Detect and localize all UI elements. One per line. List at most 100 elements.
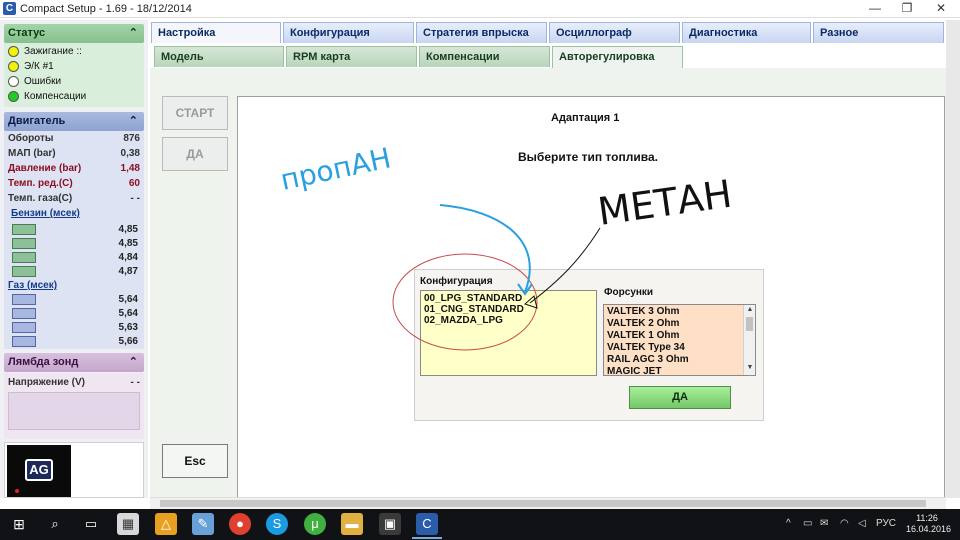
gas-bar	[12, 294, 36, 305]
petrol-bar-row: 4,84	[8, 251, 140, 264]
tab-rpm-map[interactable]: RPM карта	[286, 46, 417, 67]
close-button[interactable]: ✕	[924, 0, 958, 18]
petrol-value: 4,87	[118, 266, 138, 277]
tab-compensations[interactable]: Компенсации	[419, 46, 550, 67]
configuration-item[interactable]: 01_CNG_STANDARD	[424, 304, 524, 315]
configuration-list-label: Конфигурация	[420, 276, 493, 287]
engine-row-rpm: Обороты 876	[8, 132, 140, 146]
configuration-list[interactable]: 00_LPG_STANDARD 01_CNG_STANDARD 02_MAZDA…	[420, 290, 597, 376]
tab-injection-strategy[interactable]: Стратегия впрыска	[416, 22, 547, 43]
petrol-value: 4,84	[118, 252, 138, 263]
status-item-injector: Э/К #1	[8, 60, 54, 74]
injector-item[interactable]: MAGIC JET	[607, 366, 661, 377]
engine-row-reducer-temp: Темп. ред.(C) 60	[8, 177, 140, 191]
scroll-up-icon[interactable]: ▲	[745, 306, 755, 313]
display-app-icon[interactable]: ▣	[379, 513, 401, 535]
lambda-graph	[8, 392, 140, 430]
petrol-section-title: Бензин (мсек)	[11, 208, 80, 219]
tray-chevron-icon[interactable]: ^	[786, 518, 791, 529]
utorrent-icon[interactable]: μ	[304, 513, 326, 535]
yes-button[interactable]: ДА	[162, 137, 228, 171]
scroll-down-icon[interactable]: ▼	[745, 364, 755, 371]
tab-model[interactable]: Модель	[154, 46, 284, 67]
ag-logo-text: AG	[25, 459, 53, 481]
gas-value: 5,66	[118, 336, 138, 347]
tab-diagnostics[interactable]: Диагностика	[682, 22, 811, 43]
lambda-header[interactable]: Лямбда зонд ⌃	[4, 353, 144, 372]
lambda-voltage-label: Напряжение (V)	[8, 377, 86, 388]
engine-row-value: - -	[130, 193, 140, 204]
adaptation-panel: Адаптация 1 Выберите тип топлива. Конфиг…	[237, 96, 945, 498]
gas-bar-row: 5,64	[8, 293, 140, 306]
injectors-list-label: Форсунки	[604, 287, 654, 298]
status-box: Зажигание :: Э/К #1 Ошибки Компенсации	[4, 43, 144, 107]
tab-setup[interactable]: Настройка	[151, 22, 281, 43]
horizontal-scrollbar[interactable]	[150, 497, 946, 509]
collapse-icon[interactable]: ⌃	[129, 24, 138, 43]
dialog-yes-button[interactable]: ДА	[629, 386, 731, 409]
engine-header-label: Двигатель	[8, 115, 66, 127]
lambda-voltage-value: - -	[130, 377, 140, 388]
task-view-icon[interactable]: ▭	[80, 513, 102, 535]
engine-row-value: 876	[123, 133, 140, 144]
start-button[interactable]: СТАРТ	[162, 96, 228, 130]
injector-item[interactable]: VALTEK Type 34	[607, 342, 685, 353]
windows-start-icon[interactable]: ⊞	[8, 513, 30, 535]
clock[interactable]: 11:26 16.04.2016	[906, 513, 951, 535]
status-header[interactable]: Статус ⌃	[4, 24, 144, 43]
tab-oscilloscope[interactable]: Осциллограф	[549, 22, 680, 43]
configuration-item[interactable]: 02_MAZDA_LPG	[424, 315, 503, 326]
petrol-value: 4,85	[118, 238, 138, 249]
ag-logo: AG	[7, 445, 71, 497]
petrol-value: 4,85	[118, 224, 138, 235]
folder-icon[interactable]: ▬	[341, 513, 363, 535]
window-title: Compact Setup - 1.69 - 18/12/2014	[20, 3, 192, 15]
collapse-icon[interactable]: ⌃	[129, 353, 138, 372]
skype-icon[interactable]: S	[266, 513, 288, 535]
wifi-icon[interactable]: ◠	[840, 518, 849, 529]
engine-row-value: 0,38	[120, 148, 140, 159]
injectors-list[interactable]: VALTEK 3 Ohm VALTEK 2 Ohm VALTEK 1 Ohm V…	[603, 304, 756, 377]
injector-item[interactable]: RAIL AGC 3 Ohm	[607, 354, 689, 365]
fuel-type-prompt: Выберите тип топлива.	[518, 150, 658, 164]
engine-row-pressure: Давление (bar) 1,48	[8, 162, 140, 176]
paint-icon[interactable]: ✎	[192, 513, 214, 535]
gas-bar	[12, 308, 36, 319]
chrome-icon[interactable]: ●	[229, 513, 251, 535]
search-icon[interactable]: ⌕	[44, 513, 66, 535]
title-bar: C Compact Setup - 1.69 - 18/12/2014 — ❐ …	[0, 0, 960, 18]
scroll-thumb[interactable]	[746, 317, 753, 331]
injectors-scrollbar[interactable]: ▲ ▼	[743, 305, 755, 375]
compact-setup-taskbar-icon[interactable]: C	[416, 513, 438, 535]
logo-box: AG	[4, 442, 144, 498]
engine-row-label: Темп. газа(C)	[8, 193, 73, 204]
maximize-button[interactable]: ❐	[890, 0, 924, 18]
collapse-icon[interactable]: ⌃	[129, 112, 138, 131]
status-item-label: Ошибки	[24, 76, 62, 87]
yellow-led-icon	[8, 46, 19, 57]
lambda-header-label: Лямбда зонд	[8, 356, 79, 368]
tab-misc[interactable]: Разное	[813, 22, 944, 43]
configuration-item[interactable]: 00_LPG_STANDARD	[424, 293, 522, 304]
volume-icon[interactable]: ◁	[858, 518, 866, 529]
injector-item[interactable]: VALTEK 1 Ohm	[607, 330, 679, 341]
engine-row-value: 60	[128, 178, 140, 189]
calculator-icon[interactable]: ▦	[117, 513, 139, 535]
language-indicator[interactable]: РУС	[876, 518, 896, 529]
main-area: СТАРТ ДА Esc Адаптация 1 Выберите тип то…	[150, 68, 946, 498]
warning-app-icon[interactable]: △	[155, 513, 177, 535]
tab-autotuning[interactable]: Авторегулировка	[552, 46, 683, 68]
network-icon[interactable]: ▭	[803, 518, 812, 529]
minimize-button[interactable]: —	[858, 0, 892, 18]
status-item-label: Зажигание ::	[24, 46, 82, 57]
lambda-voltage-row: Напряжение (V) - -	[8, 376, 140, 390]
engine-header[interactable]: Двигатель ⌃	[4, 112, 144, 131]
tab-configuration[interactable]: Конфигурация	[283, 22, 414, 43]
injector-item[interactable]: VALTEK 3 Ohm	[607, 306, 679, 317]
horizontal-scroll-thumb[interactable]	[160, 500, 926, 507]
gas-value: 5,63	[118, 322, 138, 333]
notification-icon[interactable]: ✉	[820, 518, 828, 529]
app-icon: C	[3, 2, 16, 15]
esc-button[interactable]: Esc	[162, 444, 228, 478]
injector-item[interactable]: VALTEK 2 Ohm	[607, 318, 679, 329]
